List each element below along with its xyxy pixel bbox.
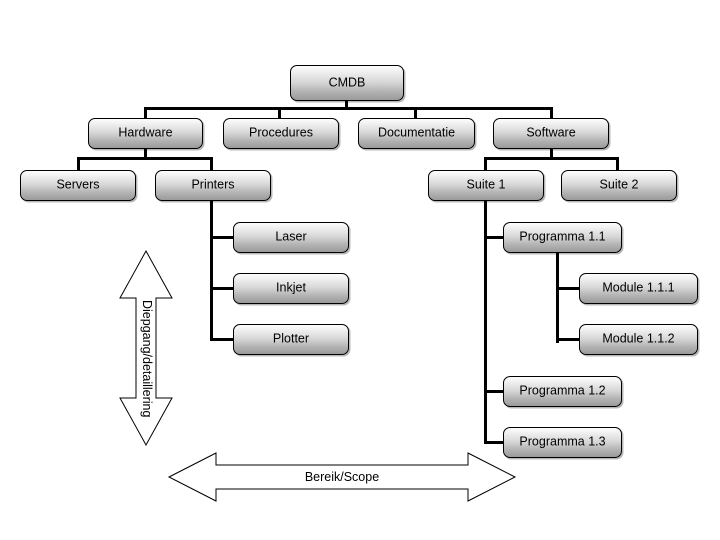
diagram-canvas: CMDB Hardware Procedures Documentatie So… xyxy=(0,0,720,540)
connector-branch-inkjet xyxy=(210,287,234,290)
node-laser-label: Laser xyxy=(275,229,307,244)
node-module-1-1-2-label: Module 1.1.2 xyxy=(602,331,675,346)
node-servers[interactable]: Servers xyxy=(20,170,136,201)
node-module-1-1-2[interactable]: Module 1.1.2 xyxy=(579,324,698,355)
node-programma-1-1[interactable]: Programma 1.1 xyxy=(503,222,622,253)
connector-branch-plotter xyxy=(210,338,234,341)
node-procedures-label: Procedures xyxy=(249,125,313,140)
node-inkjet-label: Inkjet xyxy=(276,280,306,295)
node-programma-1-2[interactable]: Programma 1.2 xyxy=(503,376,622,407)
node-servers-label: Servers xyxy=(56,177,100,192)
node-plotter[interactable]: Plotter xyxy=(233,324,349,355)
node-suite-2-label: Suite 2 xyxy=(599,177,639,192)
node-plotter-label: Plotter xyxy=(272,331,310,346)
node-software-label: Software xyxy=(526,125,576,140)
node-hardware[interactable]: Hardware xyxy=(88,118,203,149)
connector-branch-programma11 xyxy=(484,236,504,239)
node-cmdb[interactable]: CMDB xyxy=(290,65,404,101)
vertical-axis-label: Diepgang/detaillering xyxy=(140,300,154,418)
node-programma-1-3-label: Programma 1.3 xyxy=(519,434,606,449)
horizontal-axis-arrow: Bereik/Scope xyxy=(167,452,517,502)
horizontal-axis-label: Bereik/Scope xyxy=(304,470,380,484)
node-printers[interactable]: Printers xyxy=(155,170,271,201)
connector-level1-bus xyxy=(144,107,553,110)
node-hardware-label: Hardware xyxy=(118,125,173,140)
node-programma-1-1-label: Programma 1.1 xyxy=(519,229,606,244)
connector-hardware-bus xyxy=(77,157,213,160)
node-programma-1-3[interactable]: Programma 1.3 xyxy=(503,427,622,458)
node-software[interactable]: Software xyxy=(493,118,609,149)
connector-branch-programma13 xyxy=(484,441,504,444)
node-suite-1[interactable]: Suite 1 xyxy=(428,170,544,201)
connector-printers-trunk xyxy=(210,200,213,341)
connector-programma11-trunk xyxy=(556,253,559,343)
node-suite-1-label: Suite 1 xyxy=(466,177,506,192)
connector-branch-programma12 xyxy=(484,390,504,393)
node-procedures[interactable]: Procedures xyxy=(223,118,339,149)
connector-branch-module111 xyxy=(556,287,580,290)
node-suite-2[interactable]: Suite 2 xyxy=(561,170,677,201)
node-programma-1-2-label: Programma 1.2 xyxy=(519,383,606,398)
connector-branch-module112 xyxy=(556,338,580,341)
node-documentatie[interactable]: Documentatie xyxy=(358,118,475,149)
connector-software-bus xyxy=(484,157,619,160)
node-module-1-1-1-label: Module 1.1.1 xyxy=(602,280,675,295)
node-inkjet[interactable]: Inkjet xyxy=(233,273,349,304)
node-printers-label: Printers xyxy=(191,177,235,192)
node-cmdb-label: CMDB xyxy=(328,75,366,90)
vertical-axis-arrow: Diepgang/detaillering xyxy=(118,249,174,447)
node-laser[interactable]: Laser xyxy=(233,222,349,253)
node-module-1-1-1[interactable]: Module 1.1.1 xyxy=(579,273,698,304)
node-documentatie-label: Documentatie xyxy=(377,125,456,140)
connector-branch-laser xyxy=(210,236,234,239)
